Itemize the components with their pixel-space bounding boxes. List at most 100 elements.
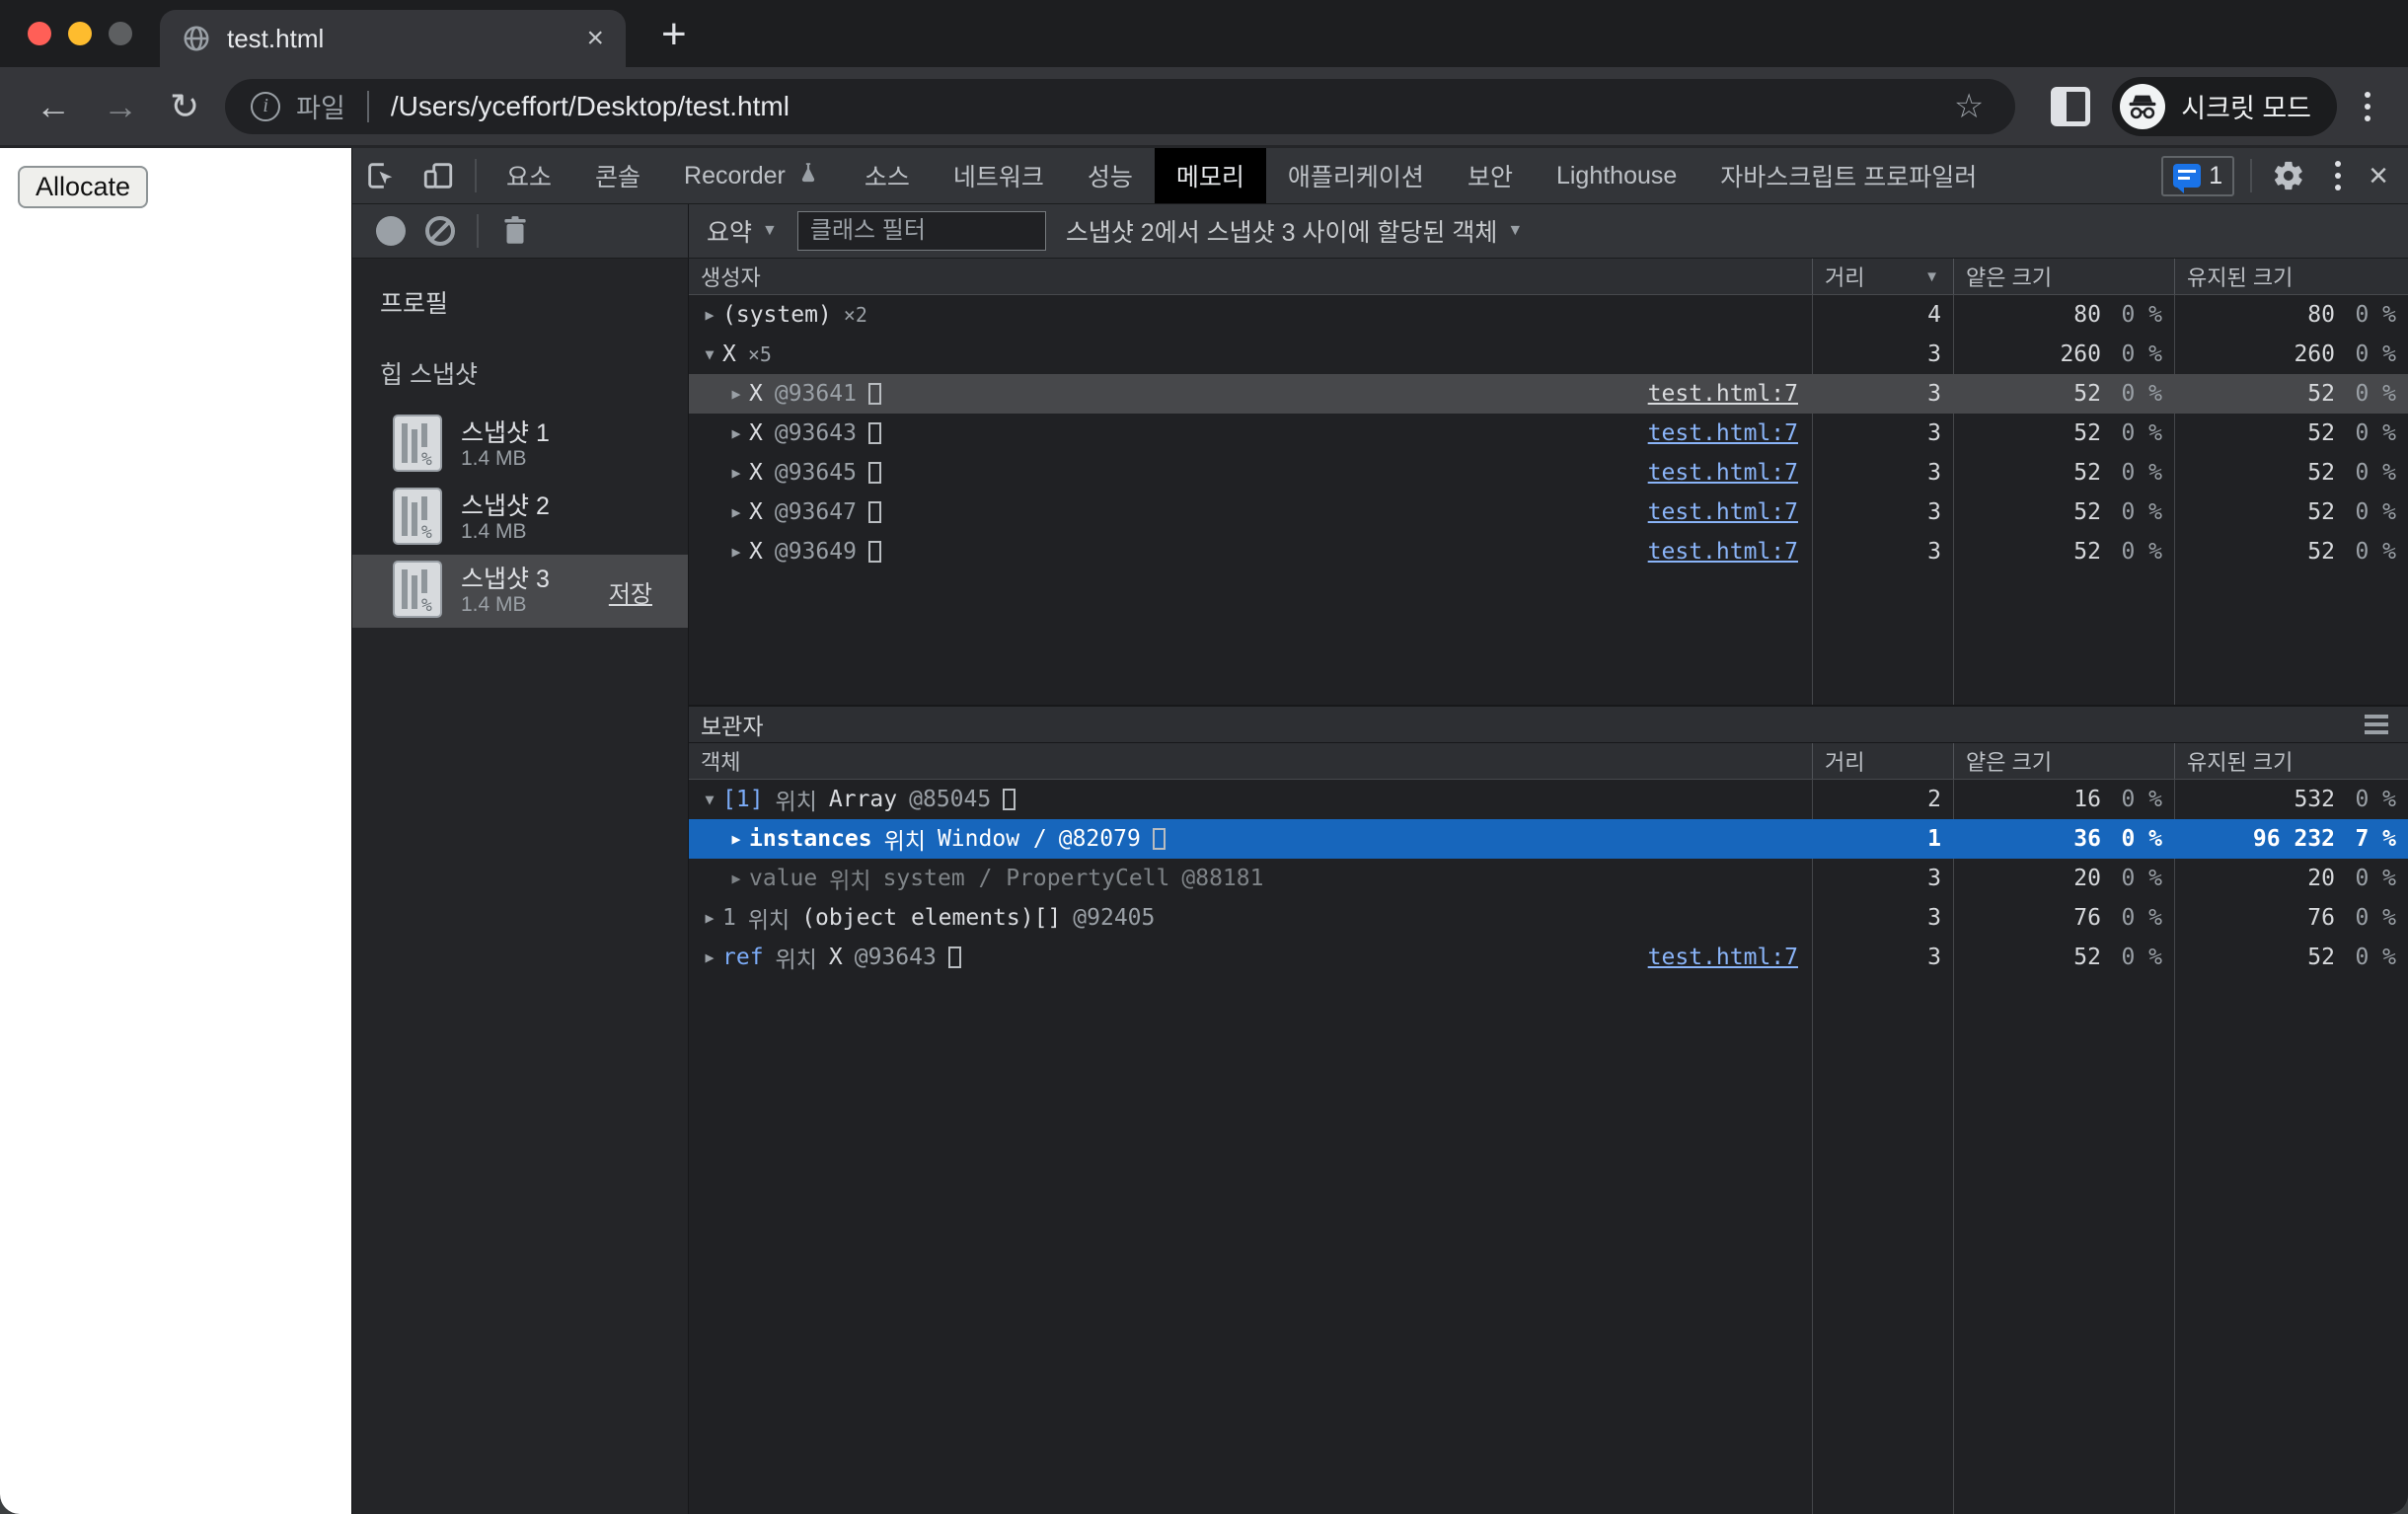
devtools-close-icon[interactable]: × xyxy=(2359,157,2408,195)
column-shallow-size[interactable]: 얕은 크기 xyxy=(1953,743,2174,779)
devtools-tab-1[interactable]: 콘솔 xyxy=(573,148,662,203)
object-cell: X×5 xyxy=(689,341,1812,367)
collapse-arrow-icon[interactable] xyxy=(697,345,722,363)
source-link[interactable]: test.html:7 xyxy=(1648,945,1798,970)
retainer-row[interactable]: value위치system / PropertyCell@881813200 %… xyxy=(689,859,2408,898)
constructor-row[interactable]: X@93647test.html:73520 %520 % xyxy=(689,492,2408,532)
devtools-tab-9[interactable]: Lighthouse xyxy=(1535,148,1698,203)
source-link[interactable]: test.html:7 xyxy=(1648,499,1798,525)
expand-arrow-icon[interactable] xyxy=(723,385,749,403)
source-link[interactable]: test.html:7 xyxy=(1648,460,1798,486)
close-window-button[interactable] xyxy=(28,22,51,45)
back-icon[interactable]: ← xyxy=(20,89,87,124)
retainers-menu-icon[interactable] xyxy=(2365,715,2388,734)
column-retained-size[interactable]: 유지된 크기 xyxy=(2174,743,2408,779)
retainer-row[interactable]: instances위치Window /@820791360 %96 2327 % xyxy=(689,819,2408,859)
devtools-tab-6[interactable]: 메모리 xyxy=(1155,148,1266,203)
devtools-tab-8[interactable]: 보안 xyxy=(1446,148,1535,203)
distance-cell: 3 xyxy=(1812,945,1953,970)
device-toolbar-icon[interactable] xyxy=(410,159,467,192)
distance-cell: 3 xyxy=(1812,460,1953,486)
constructor-row[interactable]: X@93643test.html:73520 %520 % xyxy=(689,414,2408,453)
edge-name: [1] xyxy=(722,787,764,812)
snapshot-item-1[interactable]: %스냅샷 11.4 MB xyxy=(352,409,688,482)
snapshot-scope-select[interactable]: 스냅샷 2에서 스냅샷 3 사이에 할당된 객체 ▼ xyxy=(1066,213,1523,249)
object-box-glyph xyxy=(1153,828,1166,850)
perspective-select[interactable]: 요약 ▼ xyxy=(707,213,778,249)
devtools-panel: 요소콘솔Recorder소스 네트워크 성능 메모리 애플리케이션보안Lighthous… xyxy=(351,148,2408,1514)
expand-arrow-icon[interactable] xyxy=(723,424,749,442)
constructor-row[interactable]: X@93641test.html:73520 %520 % xyxy=(689,374,2408,414)
distance-cell: 3 xyxy=(1812,341,1953,367)
expand-arrow-icon[interactable] xyxy=(723,830,749,848)
navigation-bar: ← → ↻ i 파일 /Users/yceffort/Desktop/test.… xyxy=(0,67,2408,148)
shallow-size-cell: 160 % xyxy=(1953,787,2174,812)
settings-gear-icon[interactable] xyxy=(2260,159,2317,192)
retained-size-cell: 520 % xyxy=(2174,460,2408,486)
devtools-tab-label: 네트워크 xyxy=(953,158,1044,193)
expand-arrow-icon[interactable] xyxy=(723,870,749,887)
constructor-row[interactable]: X@93645test.html:73520 %520 % xyxy=(689,453,2408,492)
snapshot-item-2[interactable]: %스냅샷 21.4 MB xyxy=(352,482,688,555)
devtools-tab-7[interactable]: 애플리케이션 xyxy=(1266,148,1446,203)
constructor-row[interactable]: X@93649test.html:73520 %520 % xyxy=(689,532,2408,571)
retainer-row[interactable]: 1위치(object elements)[]@924053760 %760 % xyxy=(689,898,2408,938)
snapshot-save-link[interactable]: 저장 xyxy=(609,574,652,609)
clear-profiles-icon[interactable] xyxy=(425,216,455,246)
source-link[interactable]: test.html:7 xyxy=(1648,539,1798,565)
browser-tab[interactable]: test.html × xyxy=(160,10,626,67)
column-object[interactable]: 객체 xyxy=(689,743,1812,779)
forward-icon[interactable]: → xyxy=(87,89,154,124)
retained-size-cell-percent: 0 % xyxy=(2335,866,2408,891)
collapse-arrow-icon[interactable] xyxy=(697,791,722,808)
new-tab-button[interactable]: + xyxy=(661,10,687,67)
devtools-tab-0[interactable]: 요소 xyxy=(485,148,573,203)
devtools-tab-5[interactable]: 성능 xyxy=(1066,148,1155,203)
devtools-tab-label: 메모리 xyxy=(1176,158,1244,193)
devtools-tab-3[interactable]: 소스 xyxy=(843,148,932,203)
page-info-icon[interactable]: i xyxy=(251,92,280,121)
devtools-menu-icon[interactable] xyxy=(2317,161,2359,190)
expand-arrow-icon[interactable] xyxy=(723,503,749,521)
zoom-window-button[interactable] xyxy=(109,22,132,45)
allocate-button[interactable]: Allocate xyxy=(18,166,148,208)
column-distance[interactable]: 거리 ▼ xyxy=(1812,259,1953,294)
expand-arrow-icon[interactable] xyxy=(723,464,749,482)
retainer-row[interactable]: [1]위치Array@850452160 %5320 % xyxy=(689,780,2408,819)
column-constructor[interactable]: 생성자 xyxy=(689,259,1812,294)
tab-close-icon[interactable]: × xyxy=(586,24,604,53)
snapshot-item-3[interactable]: %스냅샷 31.4 MB저장 xyxy=(352,555,688,628)
expand-arrow-icon[interactable] xyxy=(723,543,749,561)
expand-arrow-icon[interactable] xyxy=(697,306,722,324)
column-retained-size[interactable]: 유지된 크기 xyxy=(2174,259,2408,294)
source-link[interactable]: test.html:7 xyxy=(1648,381,1798,407)
column-shallow-size[interactable]: 얕은 크기 xyxy=(1953,259,2174,294)
record-snapshot-icon[interactable] xyxy=(376,216,406,246)
browser-menu-icon[interactable] xyxy=(2347,92,2388,121)
devtools-tab-10[interactable]: 자바스크립트 프로파일러 xyxy=(1698,148,1998,203)
expand-arrow-icon[interactable] xyxy=(697,909,722,927)
bookmark-star-icon[interactable]: ☆ xyxy=(1948,87,1990,126)
url-scheme-label: 파일 xyxy=(296,87,345,125)
issues-button[interactable]: 1 xyxy=(2161,156,2234,196)
minimize-window-button[interactable] xyxy=(68,22,92,45)
constructor-row[interactable]: (system)×24800 %800 % xyxy=(689,295,2408,335)
source-link[interactable]: test.html:7 xyxy=(1648,420,1798,446)
retained-size-cell-percent: 0 % xyxy=(2335,945,2408,970)
object-id: @82079 xyxy=(1059,826,1141,852)
delete-profile-icon[interactable] xyxy=(496,214,534,248)
retained-size-cell-value: 20 xyxy=(2174,866,2335,891)
reload-icon[interactable]: ↻ xyxy=(154,89,215,124)
address-bar[interactable]: i 파일 /Users/yceffort/Desktop/test.html ☆ xyxy=(225,79,2015,134)
devtools-tab-4[interactable]: 네트워크 xyxy=(932,148,1066,203)
side-panel-icon[interactable] xyxy=(2051,87,2090,126)
class-filter-input[interactable] xyxy=(797,211,1046,251)
expand-arrow-icon[interactable] xyxy=(697,948,722,966)
shallow-size-cell: 2600 % xyxy=(1953,341,2174,367)
devtools-tab-2[interactable]: Recorder xyxy=(662,148,843,203)
retainer-row[interactable]: ref위치X@93643test.html:73520 %520 % xyxy=(689,938,2408,977)
constructor-row[interactable]: X×532600 %2600 % xyxy=(689,335,2408,374)
column-distance[interactable]: 거리 xyxy=(1812,743,1953,779)
inspect-element-icon[interactable] xyxy=(352,159,410,192)
object-cell: value위치system / PropertyCell@88181 xyxy=(689,862,1812,895)
